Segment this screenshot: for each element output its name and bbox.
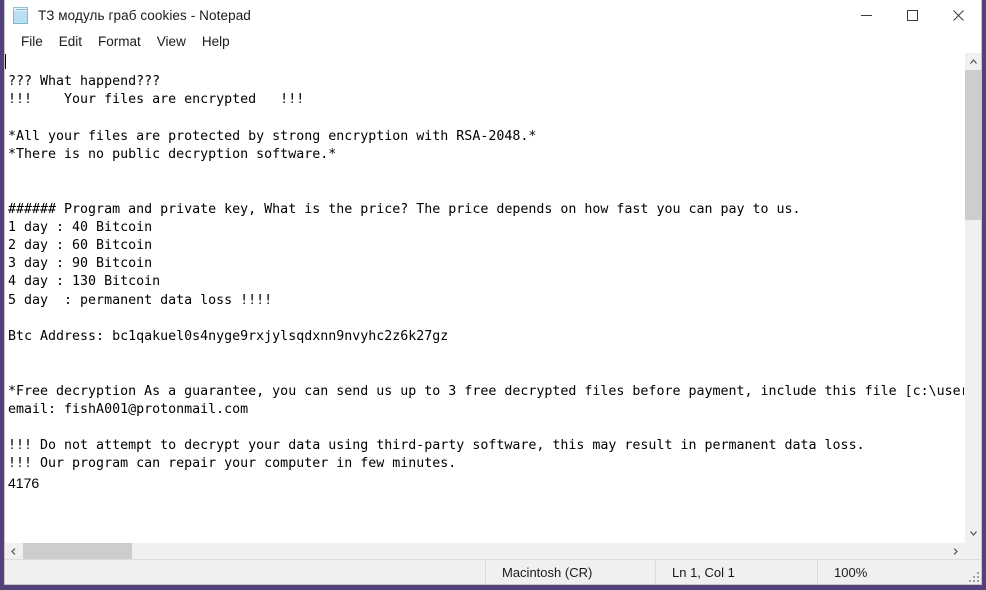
menu-item-file[interactable]: File bbox=[13, 33, 51, 51]
resize-grip[interactable] bbox=[967, 570, 979, 582]
title-bar-left: ТЗ модуль граб cookies - Notepad bbox=[5, 0, 251, 31]
scroll-up-button[interactable] bbox=[965, 53, 981, 70]
chevron-down-icon bbox=[970, 531, 977, 536]
menu-item-format[interactable]: Format bbox=[90, 33, 149, 51]
scroll-right-button[interactable] bbox=[947, 543, 964, 559]
menu-item-view[interactable]: View bbox=[149, 33, 194, 51]
notepad-window: ТЗ модуль граб cookies - Notepad File Ed… bbox=[4, 0, 982, 585]
close-icon bbox=[952, 10, 964, 21]
window-controls bbox=[843, 0, 981, 31]
horizontal-scrollbar[interactable] bbox=[5, 542, 964, 559]
menu-item-edit[interactable]: Edit bbox=[51, 33, 90, 51]
vertical-scrollbar[interactable] bbox=[964, 53, 981, 542]
status-encoding: Macintosh (CR) bbox=[485, 560, 655, 584]
text-caret bbox=[5, 54, 6, 69]
trailing-number: 4176 bbox=[8, 474, 40, 491]
scroll-left-button[interactable] bbox=[5, 543, 22, 559]
menu-bar: File Edit Format View Help bbox=[5, 31, 981, 52]
title-bar[interactable]: ТЗ модуль граб cookies - Notepad bbox=[5, 0, 981, 31]
minimize-icon bbox=[860, 15, 872, 16]
status-bar-spacer bbox=[5, 560, 485, 584]
minimize-button[interactable] bbox=[843, 0, 889, 31]
scrollbar-corner bbox=[964, 542, 981, 559]
menu-item-help[interactable]: Help bbox=[194, 33, 238, 51]
chevron-right-icon bbox=[953, 548, 958, 555]
desktop-background: ТЗ модуль граб cookies - Notepad File Ed… bbox=[0, 0, 986, 590]
document-text: ??? What happend??? !!! Your files are e… bbox=[8, 74, 964, 472]
status-position: Ln 1, Col 1 bbox=[655, 560, 817, 584]
window-title: ТЗ модуль граб cookies - Notepad bbox=[38, 8, 251, 23]
chevron-up-icon bbox=[970, 59, 977, 64]
status-bar: Macintosh (CR) Ln 1, Col 1 100% bbox=[5, 559, 981, 584]
close-button[interactable] bbox=[935, 0, 981, 31]
maximize-button[interactable] bbox=[889, 0, 935, 31]
horizontal-scrollbar-thumb[interactable] bbox=[23, 543, 132, 559]
editor-region: ??? What happend??? !!! Your files are e… bbox=[5, 52, 981, 559]
text-editor[interactable]: ??? What happend??? !!! Your files are e… bbox=[5, 53, 964, 542]
maximize-icon bbox=[906, 10, 918, 21]
scroll-down-button[interactable] bbox=[965, 525, 981, 542]
vertical-scrollbar-thumb[interactable] bbox=[965, 70, 981, 220]
chevron-left-icon bbox=[11, 548, 16, 555]
notepad-icon bbox=[13, 7, 30, 24]
status-zoom: 100% bbox=[817, 560, 981, 584]
